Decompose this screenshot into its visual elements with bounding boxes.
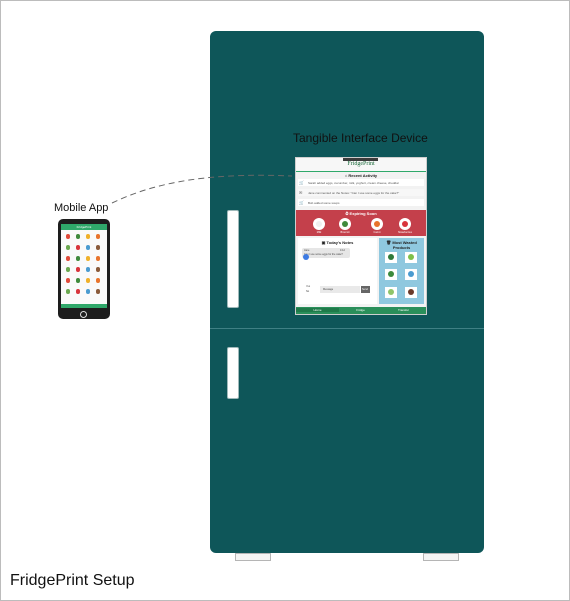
expiring-item-label: Broccoli	[340, 231, 350, 234]
expiring-item-label: Milk	[316, 231, 322, 234]
food-icon[interactable]	[76, 234, 80, 239]
food-icon[interactable]	[66, 278, 70, 283]
fridge-right-foot	[423, 553, 459, 561]
food-icon[interactable]	[66, 256, 70, 261]
mobile-app-label: Mobile App	[54, 202, 109, 214]
device-header: FridgePrint	[296, 158, 426, 172]
note-send-button[interactable]: Send	[361, 286, 370, 293]
food-icon[interactable]	[86, 289, 90, 294]
expiring-item-broccoli[interactable]	[339, 218, 351, 230]
phone-app-title: FridgePrint	[76, 225, 92, 229]
phone-app-header: FridgePrint	[61, 224, 107, 230]
tab-home[interactable]: Home	[296, 308, 339, 312]
lettuce-icon	[408, 254, 414, 260]
food-icon[interactable]	[96, 256, 100, 261]
note-text: Can I use some eggs for the cake?	[304, 253, 343, 256]
expiring-item-carrot[interactable]	[371, 218, 383, 230]
cabbage-icon	[388, 289, 394, 295]
food-icon[interactable]	[76, 256, 80, 261]
food-icon[interactable]	[96, 267, 100, 272]
wasted-item-meat[interactable]	[405, 287, 417, 298]
phone-home-button[interactable]	[80, 311, 87, 318]
broccoli-icon	[388, 254, 394, 260]
mobile-phone: FridgePrint	[58, 219, 110, 319]
wasted-item-broccoli[interactable]	[385, 252, 397, 263]
milk-icon	[316, 221, 322, 227]
most-wasted-panel: 🗑 Most Wasted Products	[379, 238, 424, 304]
food-icon[interactable]	[66, 234, 70, 239]
note-message-input[interactable]: Message	[320, 286, 360, 293]
food-icon[interactable]	[86, 267, 90, 272]
strawberry-icon	[402, 221, 408, 227]
wasted-item-cabbage[interactable]	[385, 287, 397, 298]
activity-row[interactable]: ✉ Jane commented on the Notes: "Can I us…	[298, 189, 424, 196]
food-icon[interactable]	[86, 278, 90, 283]
tangible-interface-device: FridgePrint ⌂ Recent Activity 🛒 Sarah ad…	[295, 157, 427, 315]
expiring-item-label: Carrot	[373, 231, 381, 234]
fish-icon	[408, 271, 414, 277]
note-message[interactable]: Jane 4:12 Can I use some eggs for the ca…	[302, 248, 350, 258]
food-icon[interactable]	[66, 289, 70, 294]
expiring-item-label: Strawberries	[397, 231, 413, 234]
expiring-item-milk[interactable]	[313, 218, 325, 230]
reply-option-no[interactable]: No	[306, 290, 309, 293]
fridge-door-divider	[210, 328, 484, 329]
device-bottom-nav: Home Fridge Transfer	[296, 307, 426, 314]
cart-icon: 🛒	[299, 200, 304, 205]
food-icon[interactable]	[96, 245, 100, 250]
food-icon[interactable]	[76, 289, 80, 294]
food-icon[interactable]	[66, 245, 70, 250]
activity-row[interactable]: 🛒 Bob added some soups	[298, 199, 424, 206]
wasted-item-fish[interactable]	[405, 269, 417, 280]
device-brand: FridgePrint	[347, 161, 375, 167]
activity-row[interactable]: 🛒 Sarah added eggs, cucumber, milk, yogh…	[298, 179, 424, 186]
recent-activity-title: ⌂ Recent Activity	[344, 173, 378, 178]
tangible-device-label: Tangible Interface Device	[293, 131, 428, 145]
food-icon[interactable]	[86, 256, 90, 261]
wasted-item-spinach[interactable]	[385, 269, 397, 280]
fridge-upper-handle	[227, 210, 239, 308]
food-icon[interactable]	[96, 289, 100, 294]
tab-transfer[interactable]: Transfer	[382, 308, 425, 312]
expiring-soon-title: ⏱ Expiring Soon	[345, 211, 377, 216]
todays-notes-panel: ▣ Today's Notes Jane 4:12 Can I use some…	[298, 238, 377, 304]
food-icon[interactable]	[86, 234, 90, 239]
food-icon[interactable]	[66, 267, 70, 272]
most-wasted-title: 🗑 Most Wasted Products	[386, 240, 417, 250]
food-icon[interactable]	[76, 245, 80, 250]
food-icon[interactable]	[76, 267, 80, 272]
carrot-icon	[374, 221, 380, 227]
phone-screen: FridgePrint	[61, 224, 107, 308]
wasted-item-lettuce[interactable]	[405, 252, 417, 263]
broccoli-icon	[342, 221, 348, 227]
spinach-icon	[388, 271, 394, 277]
phone-bottom-nav[interactable]	[61, 304, 107, 308]
recent-activity-panel: ⌂ Recent Activity 🛒 Sarah added eggs, cu…	[296, 172, 426, 209]
chat-icon: ✉	[299, 190, 303, 195]
tab-fridge[interactable]: Fridge	[339, 308, 382, 312]
expiring-item-strawberries[interactable]	[399, 218, 411, 230]
food-icon[interactable]	[96, 278, 100, 283]
note-time: 4:12	[340, 249, 345, 252]
reply-option-yes[interactable]: Yes	[306, 285, 310, 288]
food-icon[interactable]	[86, 245, 90, 250]
food-icon[interactable]	[96, 234, 100, 239]
user-avatar	[303, 254, 309, 260]
meat-icon	[408, 289, 414, 295]
food-icon[interactable]	[76, 278, 80, 283]
note-author: Jane	[304, 249, 310, 252]
cart-icon: 🛒	[299, 180, 304, 185]
setup-caption: FridgePrint Setup	[10, 572, 135, 589]
todays-notes-title: ▣ Today's Notes	[321, 240, 354, 245]
expiring-soon-panel: ⏱ Expiring Soon Milk Broccoli Carrot Str…	[296, 210, 426, 236]
fridge-left-foot	[235, 553, 271, 561]
freezer-handle	[227, 347, 239, 399]
